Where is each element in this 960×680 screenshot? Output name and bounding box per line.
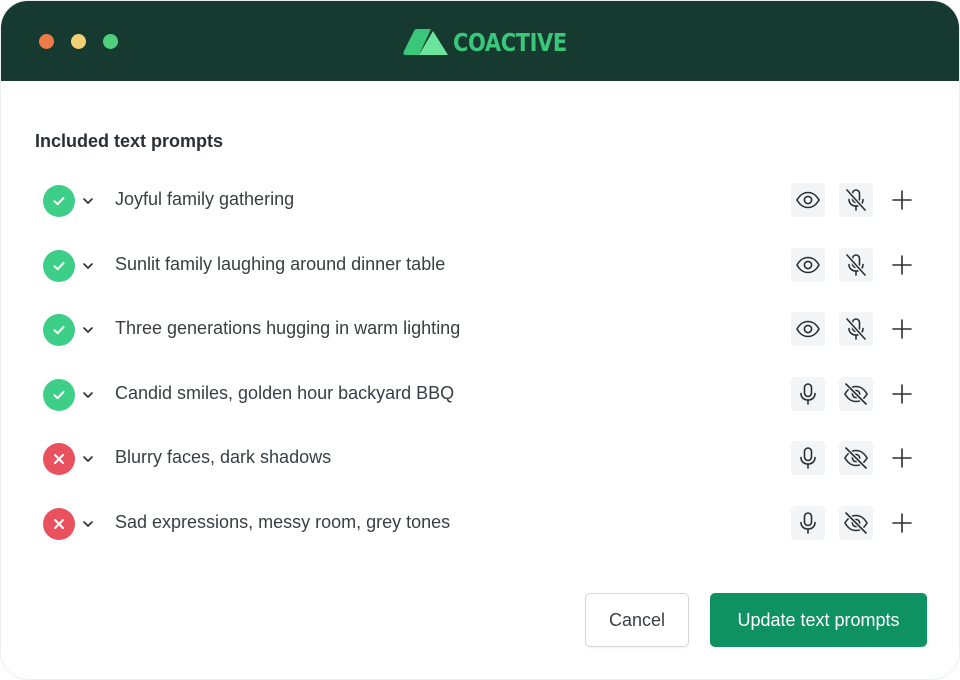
chevron-down-icon[interactable] [81,388,95,402]
eye-icon[interactable] [791,312,825,346]
chevron-down-icon[interactable] [81,259,95,273]
prompt-row: Candid smiles, golden hour backyard BBQ [1,363,959,428]
prompt-label: Sad expressions, messy room, grey tones [115,511,451,532]
prompt-label: Sunlit family laughing around dinner tab… [115,253,446,274]
mic-icon[interactable] [791,505,825,540]
prompt-row: Sad expressions, messy room, grey tones [1,492,959,557]
plus-icon[interactable] [885,183,919,217]
plus-icon[interactable] [885,312,919,346]
mic-icon[interactable] [791,441,825,475]
section-title: Included text prompts [35,131,224,151]
close-window-dot[interactable] [39,34,54,49]
chevron-down-icon[interactable] [81,452,95,466]
prompt-label: Joyful family gathering [115,189,295,209]
prompt-row: Three generations hugging in warm lighti… [1,298,959,363]
check-icon[interactable] [43,314,75,346]
prompt-label: Three generations hugging in warm lighti… [115,318,461,338]
plus-icon[interactable] [885,377,919,411]
update-text-prompts-button[interactable]: Update text prompts [710,593,927,647]
app-window: COACTIVE Included text prompts Joyful fa… [0,0,960,680]
prompt-label: Candid smiles, golden hour backyard BBQ [115,382,455,403]
eye-icon[interactable] [791,183,825,217]
plus-icon[interactable] [885,506,919,540]
check-icon[interactable] [43,249,75,282]
brand-wordmark: COACTIVE [453,27,567,57]
mic-off-icon[interactable] [839,312,873,346]
maximize-window-dot[interactable] [103,34,118,49]
eye-off-icon[interactable] [839,441,873,475]
minimize-window-dot[interactable] [71,34,86,49]
eye-off-icon[interactable] [839,376,873,411]
title-bar: COACTIVE [1,1,959,81]
x-icon[interactable] [43,443,75,475]
logo-mark-icon [403,29,448,55]
mic-off-icon[interactable] [839,247,873,282]
check-icon[interactable] [43,185,75,217]
plus-icon[interactable] [885,441,919,475]
prompt-label: Blurry faces, dark shadows [115,447,332,467]
mic-icon[interactable] [791,376,825,411]
eye-off-icon[interactable] [839,505,873,540]
x-icon[interactable] [43,507,75,540]
coactive-logo: COACTIVE [403,26,588,58]
mic-off-icon[interactable] [839,183,873,217]
chevron-down-icon[interactable] [81,194,95,208]
prompt-row: Joyful family gathering [1,169,959,234]
prompt-row: Blurry faces, dark shadows [1,427,959,492]
prompt-list: Joyful family gathering Sunlit family lau… [1,169,959,557]
plus-icon[interactable] [885,248,919,282]
prompt-row: Sunlit family laughing around dinner tab… [1,234,959,299]
cancel-button[interactable]: Cancel [585,593,689,647]
chevron-down-icon[interactable] [81,323,95,337]
chevron-down-icon[interactable] [81,517,95,531]
eye-icon[interactable] [791,247,825,282]
check-icon[interactable] [43,378,75,411]
